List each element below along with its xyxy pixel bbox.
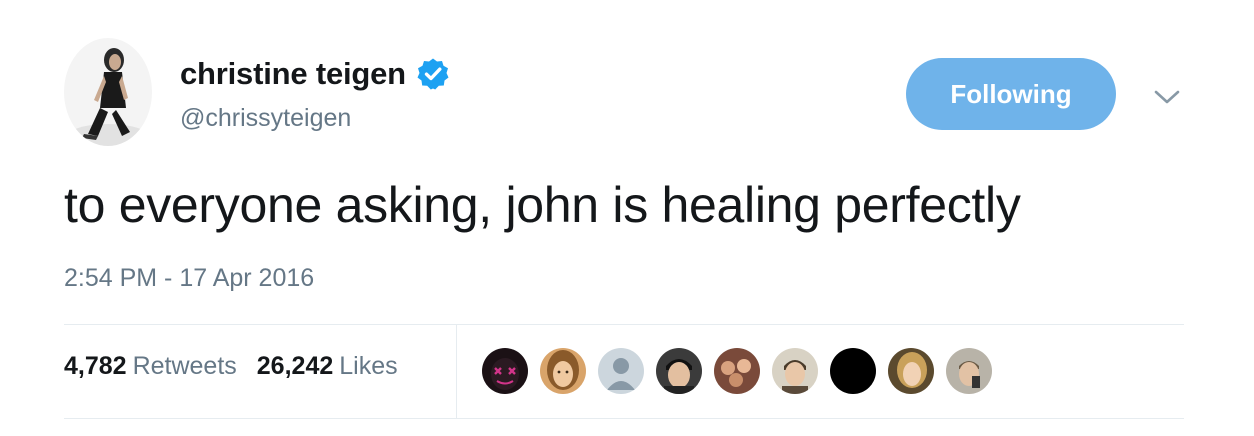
chevron-down-icon[interactable] xyxy=(1152,86,1182,108)
likers-facepile xyxy=(482,348,1004,394)
author-handle[interactable]: @chrissyteigen xyxy=(180,104,351,133)
retweets-count: 4,782 xyxy=(64,352,127,380)
verified-badge-icon xyxy=(416,57,450,91)
tweet-text: to everyone asking, john is healing perf… xyxy=(64,177,1021,233)
stats-divider-vertical xyxy=(456,325,457,418)
liker-avatar-7-icon[interactable] xyxy=(830,348,876,394)
retweets-stat[interactable]: 4,782 Retweets xyxy=(64,352,237,381)
likes-count: 26,242 xyxy=(256,352,334,380)
liker-avatar-6-icon[interactable] xyxy=(772,348,818,394)
liker-avatar-8-icon[interactable] xyxy=(888,348,934,394)
liker-avatar-5-icon[interactable] xyxy=(714,348,760,394)
tweet-timestamp[interactable]: 2:54 PM - 17 Apr 2016 xyxy=(64,264,314,293)
author-name-row[interactable]: christine teigen xyxy=(180,54,450,94)
following-button[interactable]: Following xyxy=(906,58,1116,130)
stats-divider-top xyxy=(64,324,1184,325)
liker-avatar-default-icon[interactable] xyxy=(598,348,644,394)
likes-stat[interactable]: 26,242 Likes xyxy=(257,352,398,381)
liker-avatar-2-icon[interactable] xyxy=(540,348,586,394)
liker-avatar-4-icon[interactable] xyxy=(656,348,702,394)
author-display-name[interactable]: christine teigen xyxy=(180,56,406,92)
stats-divider-bottom xyxy=(64,418,1184,419)
retweets-label: Retweets xyxy=(132,352,237,380)
profile-photo-icon xyxy=(64,38,152,146)
liker-avatar-9-icon[interactable] xyxy=(946,348,992,394)
liker-avatar-1-icon[interactable] xyxy=(482,348,528,394)
tweet-stats: 4,782 Retweets 26,242 Likes xyxy=(64,352,398,381)
author-avatar[interactable] xyxy=(64,38,152,146)
likes-label: Likes xyxy=(339,352,398,380)
